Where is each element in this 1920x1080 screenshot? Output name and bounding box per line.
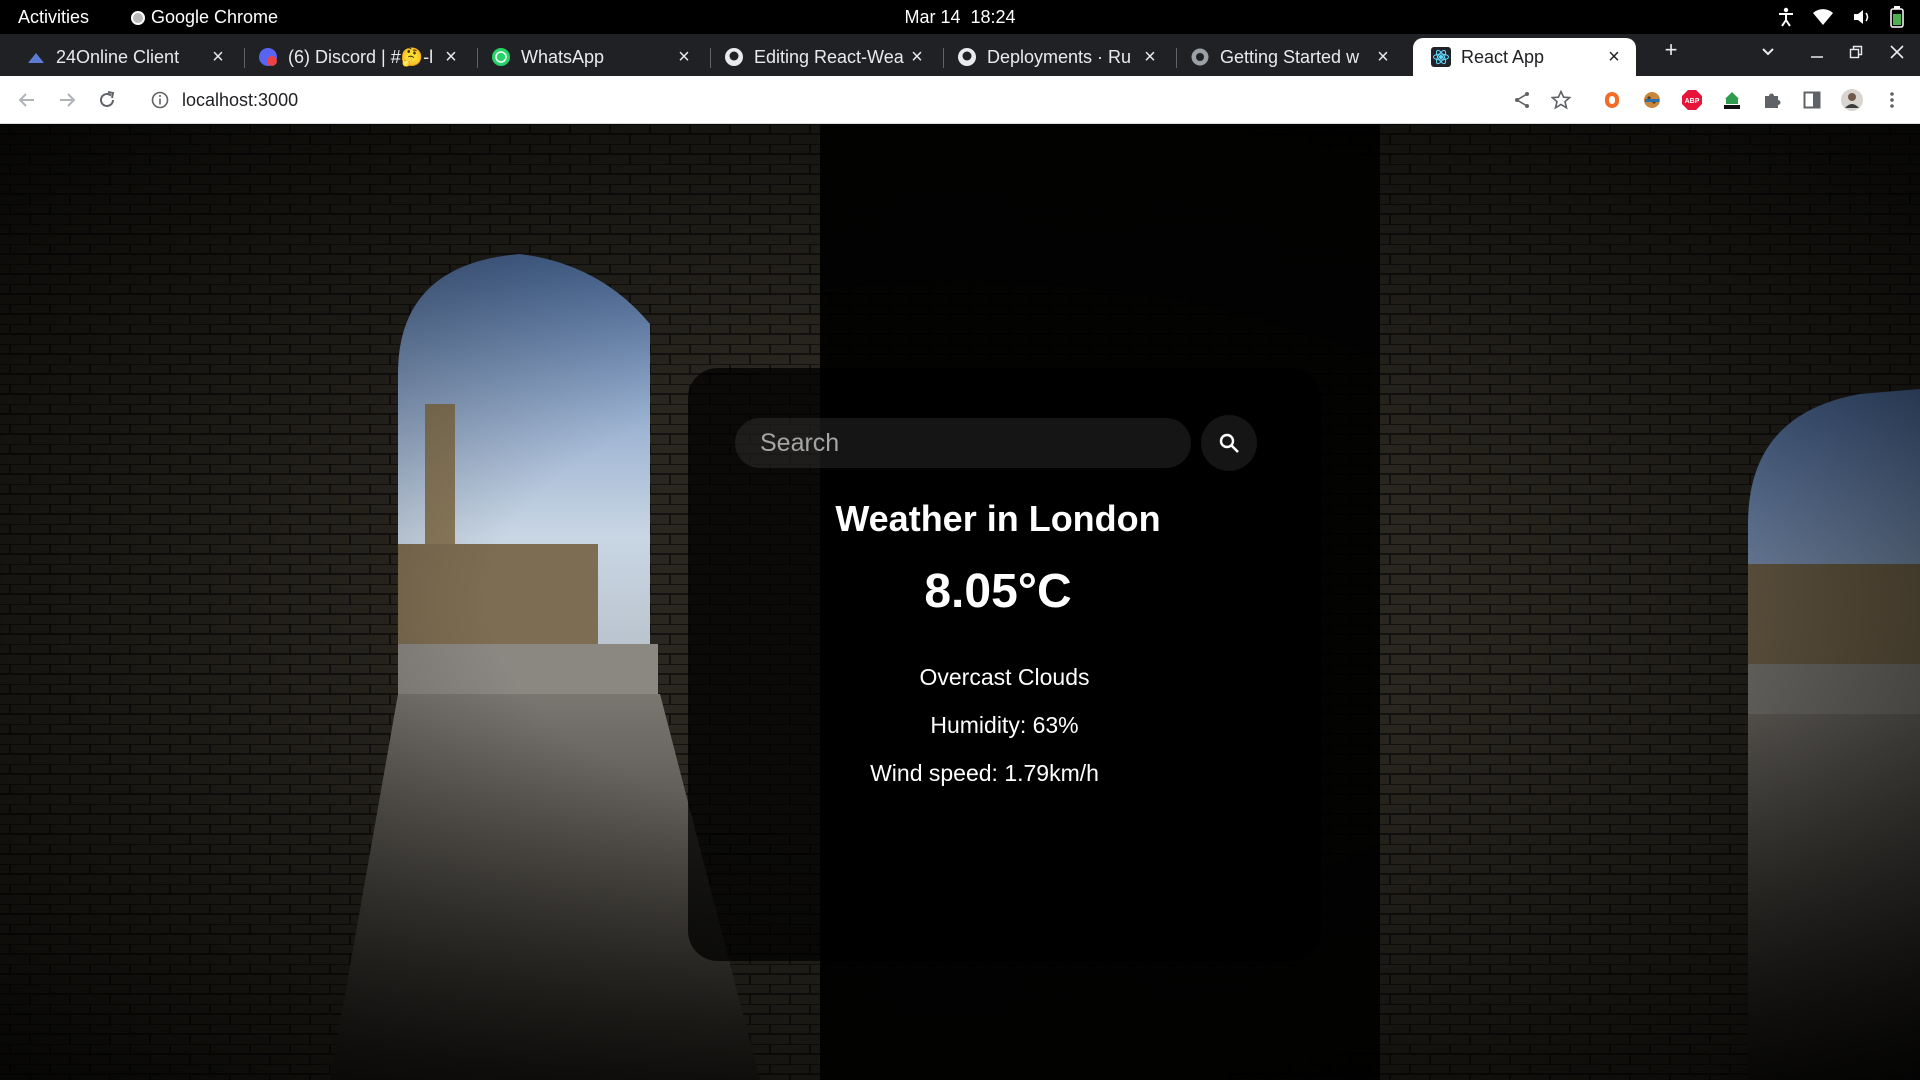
close-icon[interactable]: × (907, 46, 927, 69)
tab-search-button[interactable] (1754, 38, 1782, 66)
close-icon[interactable]: × (1604, 46, 1624, 69)
app-name: Google Chrome (151, 7, 279, 27)
accessibility-icon[interactable] (1778, 7, 1794, 27)
humidity: Humidity: 63% (930, 712, 1079, 738)
clock[interactable]: Mar 14 18:24 (904, 7, 1015, 27)
minimize-icon (1811, 56, 1823, 58)
discord-favicon (258, 47, 278, 67)
tab-react-app[interactable]: React App × (1413, 38, 1636, 76)
chrome-menu-icon[interactable] (1880, 88, 1904, 112)
tab-title: Getting Started w (1220, 46, 1360, 67)
system-tray[interactable] (1778, 5, 1904, 29)
weather-card: Weather in London 8.05°C Overcast Clouds… (688, 368, 1321, 961)
close-icon (1890, 45, 1904, 59)
search-input[interactable] (735, 418, 1191, 468)
battery-icon[interactable] (1890, 6, 1904, 28)
close-icon[interactable]: × (1140, 46, 1160, 69)
temperature: 8.05°C (924, 565, 1072, 618)
tab-whatsapp[interactable]: WhatsApp × (473, 38, 706, 76)
volume-icon[interactable] (1852, 8, 1872, 26)
globe-favicon (1190, 47, 1210, 67)
new-tab-button[interactable]: + (1657, 36, 1685, 64)
tab-github-deployments[interactable]: Deployments · Ru × (939, 38, 1172, 76)
tab-title: Deployments · Ru (987, 46, 1132, 67)
tab-github-editing[interactable]: Editing React-Wea × (706, 38, 939, 76)
cookie-extension-icon[interactable] (1640, 88, 1664, 112)
tab-title: React App (1461, 46, 1545, 67)
clock-date: Mar 14 (904, 7, 961, 27)
react-favicon (1431, 47, 1451, 67)
site-info-icon[interactable] (150, 90, 170, 110)
github-favicon (957, 47, 977, 67)
side-panel-icon[interactable] (1800, 88, 1824, 112)
chevron-down-icon (1762, 48, 1774, 56)
whatsapp-favicon (491, 47, 511, 67)
tab-title: 24Online Client (56, 46, 180, 67)
back-button[interactable] (13, 86, 41, 114)
forward-arrow-icon (60, 93, 76, 107)
share-icon[interactable] (1510, 88, 1534, 112)
honey-extension-icon[interactable] (1600, 88, 1624, 112)
adblock-plus-icon[interactable]: ABP (1680, 88, 1704, 112)
browser-toolbar: localhost:3000 ABP (0, 76, 1920, 124)
restore-button[interactable] (1842, 38, 1870, 66)
address-bar[interactable]: localhost:3000 (138, 82, 1578, 118)
weather-description: Overcast Clouds (919, 664, 1090, 690)
close-icon[interactable]: × (208, 46, 228, 69)
profile-avatar[interactable] (1840, 88, 1864, 112)
tab-title: (6) Discord | #🤔-l (288, 46, 434, 67)
extensions-puzzle-icon[interactable] (1760, 88, 1784, 112)
bookmark-star-icon[interactable] (1549, 88, 1573, 112)
clock-container: Mar 14 18:24 (0, 7, 1920, 28)
search-button[interactable] (1201, 415, 1257, 471)
close-icon[interactable]: × (674, 46, 694, 69)
page-viewport: Weather in London 8.05°C Overcast Clouds… (0, 124, 1920, 1080)
wind-speed: Wind speed: 1.79km/h (870, 760, 1099, 786)
tab-getting-started[interactable]: Getting Started w × (1172, 38, 1405, 76)
reload-icon (100, 91, 115, 107)
github-favicon (724, 47, 744, 67)
reload-button[interactable] (93, 86, 121, 114)
tab-title: WhatsApp (521, 46, 605, 67)
city-title: Weather in London (835, 498, 1161, 539)
forward-button[interactable] (53, 86, 81, 114)
html-extension-icon[interactable] (1720, 88, 1744, 112)
close-icon[interactable]: × (441, 46, 461, 69)
app-menu[interactable]: Google Chrome (131, 7, 278, 28)
wifi-icon[interactable] (1812, 8, 1834, 26)
clock-time: 18:24 (970, 7, 1016, 27)
restore-icon (1849, 45, 1863, 59)
search-icon (1219, 433, 1239, 453)
url-text: localhost:3000 (182, 89, 299, 110)
minimize-button[interactable] (1803, 38, 1831, 66)
close-window-button[interactable] (1883, 38, 1911, 66)
tab-title: Editing React-Wea (754, 46, 904, 67)
close-icon[interactable]: × (1373, 46, 1393, 69)
svg-text:ABP: ABP (1685, 98, 1700, 105)
24online-favicon (26, 47, 46, 67)
system-top-bar: Activities Google Chrome Mar 14 18:24 (0, 0, 1920, 34)
tab-24online[interactable]: 24Online Client × (8, 38, 240, 76)
search-row (735, 415, 1257, 471)
tab-discord[interactable]: (6) Discord | #🤔-l × (240, 38, 473, 76)
back-arrow-icon (18, 93, 34, 107)
activities-button[interactable]: Activities (18, 7, 89, 28)
chrome-app-icon (131, 10, 145, 25)
tab-strip: 24Online Client × (6) Discord | #🤔-l × W… (0, 34, 1920, 76)
